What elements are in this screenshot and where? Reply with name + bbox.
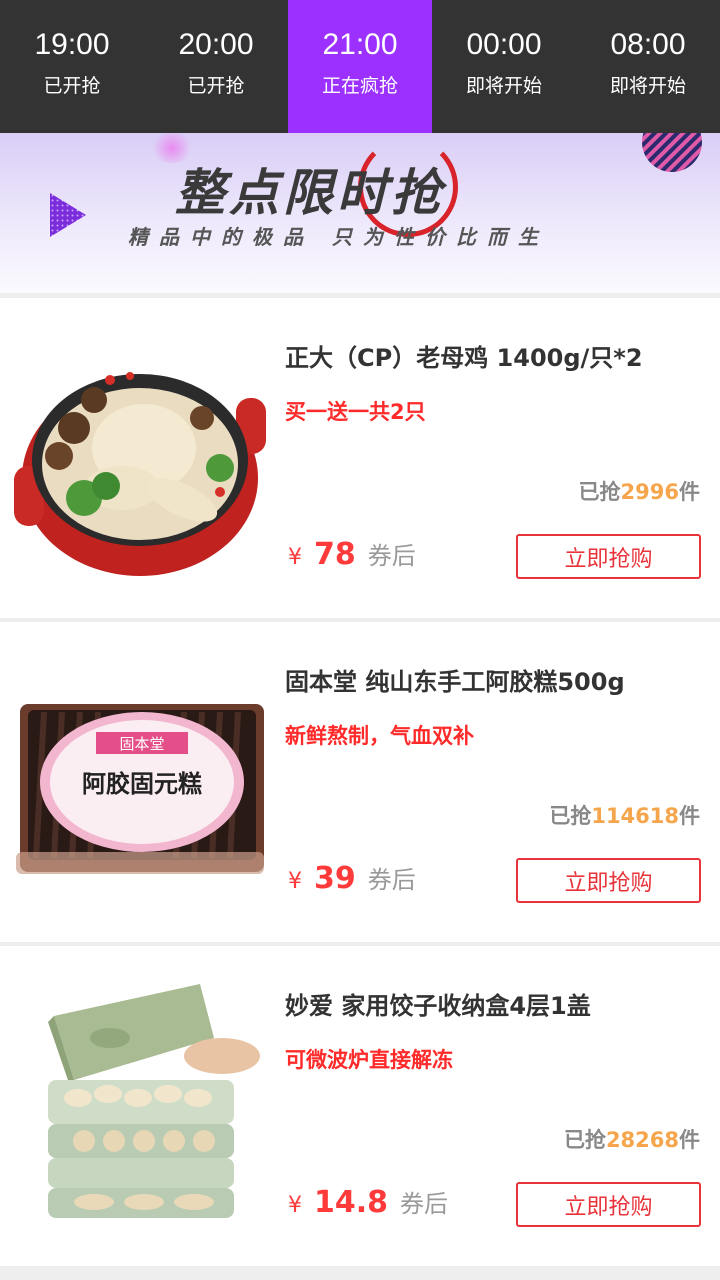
chicken-pot-image bbox=[14, 372, 266, 576]
time-tab-status: 已开抢 bbox=[43, 75, 101, 97]
sold-suffix: 件 bbox=[679, 480, 700, 504]
product-card[interactable]: 妙爱 家用饺子收纳盒4层1盖 可微波炉直接解冻 已抢28268件 ¥ 14.8 … bbox=[0, 946, 720, 1266]
price-note: 券后 bbox=[367, 866, 416, 894]
product-name: 固本堂 纯山东手工阿胶糕500g bbox=[285, 668, 625, 696]
time-tab-status: 正在疯抢 bbox=[321, 75, 398, 97]
currency-symbol: ¥ bbox=[288, 545, 302, 570]
buy-now-button[interactable]: 立即抢购 bbox=[516, 858, 701, 903]
time-tab-time: 19:00 bbox=[34, 28, 110, 61]
buy-now-button[interactable]: 立即抢购 bbox=[516, 534, 701, 579]
sold-count: 已抢114618件 bbox=[549, 800, 700, 830]
banner-subtitle: 精品中的极品 只为性价比而生 bbox=[128, 225, 549, 249]
price-note: 券后 bbox=[367, 542, 416, 570]
time-tab-time: 00:00 bbox=[466, 28, 542, 61]
product-promo-tag: 可微波炉直接解冻 bbox=[285, 1048, 453, 1072]
price-note: 券后 bbox=[400, 1190, 449, 1218]
time-tab-status: 即将开始 bbox=[465, 75, 542, 97]
time-tab-time: 20:00 bbox=[178, 28, 254, 61]
price-value: 39 bbox=[314, 861, 356, 896]
sold-number: 28268 bbox=[605, 1128, 679, 1152]
ejiao-box-image: 固本堂 阿胶固元糕 bbox=[16, 704, 264, 874]
sold-suffix: 件 bbox=[679, 1128, 700, 1152]
product-card[interactable]: 正大（CP）老母鸡 1400g/只*2 买一送一共2只 已抢2996件 ¥ 78… bbox=[0, 298, 720, 618]
sold-prefix: 已抢 bbox=[549, 804, 592, 828]
sold-prefix: 已抢 bbox=[563, 1128, 606, 1152]
currency-symbol: ¥ bbox=[288, 1193, 302, 1218]
time-tab-bar: 19:00 已开抢 20:00 已开抢 21:00 正在疯抢 00:00 即将开… bbox=[0, 0, 720, 133]
price-value: 78 bbox=[314, 537, 356, 572]
image-brand: 固本堂 bbox=[119, 735, 164, 753]
time-tab-status: 已开抢 bbox=[187, 75, 245, 97]
time-tab-status: 即将开始 bbox=[609, 75, 686, 97]
price-block: ¥ 14.8 券后 bbox=[288, 1184, 448, 1220]
price-block: ¥ 39 券后 bbox=[288, 860, 416, 896]
time-tab-1900[interactable]: 19:00 已开抢 bbox=[0, 0, 144, 133]
sold-count: 已抢28268件 bbox=[564, 1124, 700, 1154]
time-tab-time: 08:00 bbox=[610, 28, 686, 61]
currency-symbol: ¥ bbox=[288, 869, 302, 894]
product-promo-tag: 新鲜熬制，气血双补 bbox=[285, 724, 474, 748]
price-block: ¥ 78 券后 bbox=[288, 536, 416, 572]
banner-title: 整点限时抢 bbox=[175, 164, 445, 222]
time-tab-time: 21:00 bbox=[322, 28, 398, 61]
sold-suffix: 件 bbox=[679, 804, 700, 828]
product-promo-tag: 买一送一共2只 bbox=[285, 400, 426, 424]
dumpling-box-image bbox=[48, 984, 260, 1218]
sold-prefix: 已抢 bbox=[578, 480, 621, 504]
sold-number: 2996 bbox=[620, 480, 679, 504]
flash-sale-banner: 整点限时抢 精品中的极品 只为性价比而生 bbox=[0, 133, 720, 293]
time-tab-0000[interactable]: 00:00 即将开始 bbox=[432, 0, 576, 133]
time-tab-2100-active[interactable]: 21:00 正在疯抢 bbox=[288, 0, 432, 133]
price-value: 14.8 bbox=[314, 1185, 389, 1220]
product-list: 正大（CP）老母鸡 1400g/只*2 买一送一共2只 已抢2996件 ¥ 78… bbox=[0, 298, 720, 1270]
sold-count: 已抢2996件 bbox=[579, 476, 700, 506]
product-card[interactable]: 固本堂 阿胶固元糕 固本堂 纯山东手工阿胶糕500g 新鲜熬制，气血双补 已抢1… bbox=[0, 622, 720, 942]
buy-now-button[interactable]: 立即抢购 bbox=[516, 1182, 701, 1227]
time-tab-2000[interactable]: 20:00 已开抢 bbox=[144, 0, 288, 133]
image-label: 阿胶固元糕 bbox=[82, 770, 202, 798]
striped-ball-icon bbox=[642, 133, 702, 172]
time-tab-0800[interactable]: 08:00 即将开始 bbox=[576, 0, 720, 133]
sold-number: 114618 bbox=[591, 804, 679, 828]
product-name: 正大（CP）老母鸡 1400g/只*2 bbox=[285, 344, 643, 372]
play-triangle-icon bbox=[50, 193, 86, 237]
product-name: 妙爱 家用饺子收纳盒4层1盖 bbox=[285, 992, 591, 1020]
